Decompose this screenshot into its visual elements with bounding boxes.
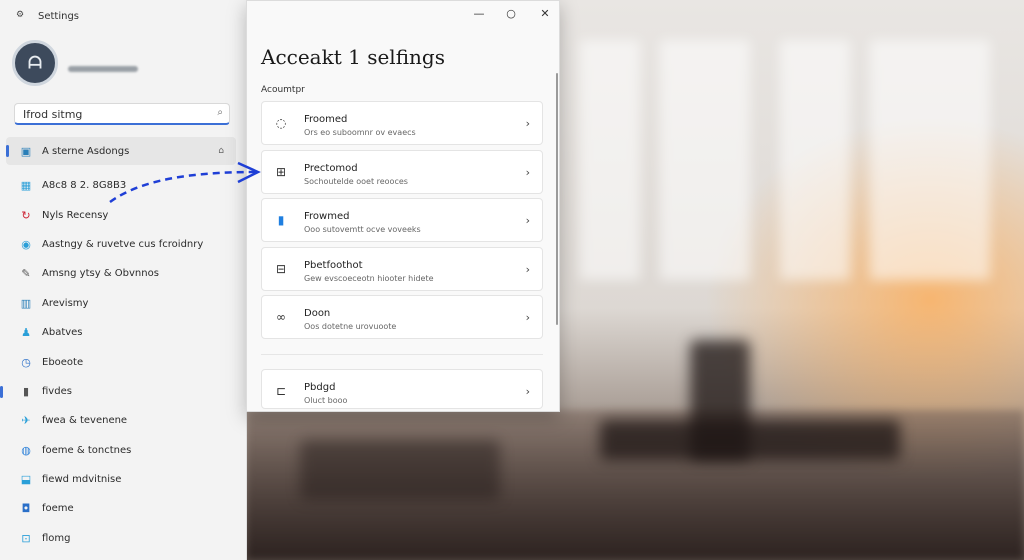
sidebar-item-personalization[interactable]: ✎ Amsng ytsy & Obvnnos [0, 259, 246, 288]
maximize-button[interactable]: ○ [501, 7, 521, 20]
card-subtitle: Oluct booo [304, 396, 348, 405]
chevron-right-icon: › [525, 214, 530, 227]
app-title: Settings [38, 11, 80, 22]
sidebar-item-label: Amsng ytsy & Obvnnos [42, 268, 159, 280]
scrollbar[interactable] [556, 73, 558, 325]
card-title: Prectomod [304, 163, 358, 174]
accent-mark [0, 385, 3, 398]
apps-icon: ▥ [20, 296, 32, 310]
page-title: Acceakt 1 selfings [261, 45, 445, 69]
divider [261, 354, 543, 355]
chevron-right-icon: › [525, 117, 530, 130]
chevron-right-icon: › [525, 263, 530, 276]
user-name [68, 66, 138, 72]
sidebar-item-privacy[interactable]: ◍ foeme & tonctnes [0, 436, 246, 465]
minimize-button[interactable]: — [469, 7, 489, 20]
background-chairs [300, 440, 500, 500]
card-subtitle: Oos dotetne urovuoote [304, 322, 397, 331]
sidebar-item-home[interactable]: ▣ A sterne Asdongs ⌂ [6, 137, 236, 165]
chevron-right-icon: › [525, 311, 530, 324]
settings-card[interactable]: ⊟ Pbetfoothot Gew evscoeceotn hiooter hi… [261, 247, 543, 291]
sidebar-item-gaming[interactable]: ▮ fivdes [0, 377, 246, 406]
active-indicator [6, 145, 9, 157]
avatar[interactable] [12, 40, 58, 86]
card-title: Doon [304, 308, 331, 319]
sync-icon: ∞ [276, 310, 286, 324]
family-icon: ⊟ [275, 262, 287, 276]
settings-card[interactable]: ◌ Froomed Ors eo suboomnr ov evaecs › [261, 101, 543, 145]
bluetooth-icon: ↻ [21, 208, 31, 222]
sidebar-item-windows[interactable]: ◘ foeme [0, 494, 246, 523]
sign-in-icon: ⊞ [275, 165, 287, 179]
background-table [600, 420, 900, 460]
sidebar-item-label: Abatves [42, 327, 83, 339]
email-icon: ▮ [277, 213, 285, 227]
settings-card[interactable]: ▮ Frowmed Ooo sutovemtt ocve voveeks › [261, 198, 543, 242]
background-window [780, 40, 850, 280]
sidebar-item-network[interactable]: ◉ Aastngy & ruvetve cus fcroidnry [0, 230, 246, 259]
sidebar-item-bluetooth[interactable]: ↻ Nyls Recensy [0, 200, 246, 229]
close-button[interactable]: ✕ [535, 7, 555, 20]
windows-icon: ◘ [21, 502, 31, 516]
accounts-icon: ♟ [21, 326, 31, 340]
help-icon: ⊡ [21, 531, 31, 545]
sidebar-item-label: Aastngy & ruvetve cus fcroidnry [42, 238, 204, 250]
card-subtitle: Ooo sutovemtt ocve voveeks [304, 225, 421, 234]
sidebar-item-label: foeme [42, 503, 74, 515]
user-icon [28, 55, 42, 69]
search-icon[interactable]: ⌕ [217, 107, 223, 118]
sidebar-item-help[interactable]: ⊡ flomg [0, 524, 246, 553]
sidebar-item-label: Arevismy [42, 297, 89, 309]
background-window [660, 40, 750, 280]
section-label: Acoumtpr [261, 85, 305, 95]
sidebar-item-label: fiewd mdvitnise [42, 474, 122, 486]
time-icon: ◷ [21, 355, 31, 369]
chevron-right-icon: › [525, 385, 530, 398]
sidebar-item-time[interactable]: ◷ Eboeote [0, 347, 246, 376]
settings-window: — ○ ✕ Acceakt 1 selfings Acoumtpr ◌ Froo… [246, 0, 560, 412]
privacy-icon: ◍ [21, 443, 31, 457]
sidebar-item-label: fivdes [42, 385, 72, 397]
sidebar-item-update[interactable]: ⬓ fiewd mdvitnise [0, 465, 246, 494]
devices-icon: ⊏ [275, 384, 287, 398]
info-icon: ◌ [275, 116, 287, 130]
background-window [870, 40, 990, 280]
accessibility-icon: ✈ [21, 414, 31, 428]
personalization-icon: ✎ [21, 267, 31, 281]
search-box[interactable]: ⌕ [14, 103, 230, 125]
sidebar-item-label: flomg [42, 532, 71, 544]
settings-card[interactable]: ∞ Doon Oos dotetne urovuoote › [261, 295, 543, 339]
search-input[interactable] [21, 107, 210, 122]
card-subtitle: Ors eo suboomnr ov evaecs [304, 128, 416, 137]
chevron-right-icon: › [525, 166, 530, 179]
card-subtitle: Sochoutelde ooet reooces [304, 177, 408, 186]
settings-icon: ⚙ [16, 10, 25, 20]
sidebar-nav: ▣ A sterne Asdongs ⌂ ▦ A8c8 8 2. 8G8B3 ↻… [0, 137, 246, 553]
network-icon: ◉ [21, 237, 31, 251]
pin-icon: ⌂ [218, 146, 224, 156]
sidebar-item-label: Nyls Recensy [42, 209, 109, 221]
background-window [580, 40, 640, 280]
card-title: Frowmed [304, 211, 350, 222]
sidebar-item-accounts[interactable]: ♟ Abatves [0, 318, 246, 347]
settings-card[interactable]: ⊏ Pbdgd Oluct booo › [261, 369, 543, 409]
sidebar-item-label: foeme & tonctnes [42, 444, 132, 456]
sidebar-item-accessibility[interactable]: ✈ fwea & tevenene [0, 406, 246, 435]
sidebar-item-label: A8c8 8 2. 8G8B3 [42, 180, 127, 192]
card-title: Pbdgd [304, 382, 336, 393]
sidebar-item-label: fwea & tevenene [42, 415, 128, 427]
card-subtitle: Gew evscoeceotn hiooter hidete [304, 274, 434, 283]
sidebar-item-label: A sterne Asdongs [42, 145, 130, 157]
sidebar: ⚙ Settings ⌕ ▣ A sterne Asdongs ⌂ ▦ A8c8… [0, 0, 247, 560]
sidebar-item-apps[interactable]: ▥ Arevismy [0, 289, 246, 318]
gaming-icon: ▮ [22, 384, 30, 398]
card-title: Pbetfoothot [304, 260, 363, 271]
update-icon: ⬓ [20, 473, 32, 487]
sidebar-item-system[interactable]: ▦ A8c8 8 2. 8G8B3 [0, 171, 246, 200]
system-icon: ▦ [20, 179, 32, 193]
home-icon: ▣ [20, 144, 32, 158]
settings-card[interactable]: ⊞ Prectomod Sochoutelde ooet reooces › [261, 150, 543, 194]
sidebar-item-label: Eboeote [42, 356, 84, 368]
card-title: Froomed [304, 114, 348, 125]
